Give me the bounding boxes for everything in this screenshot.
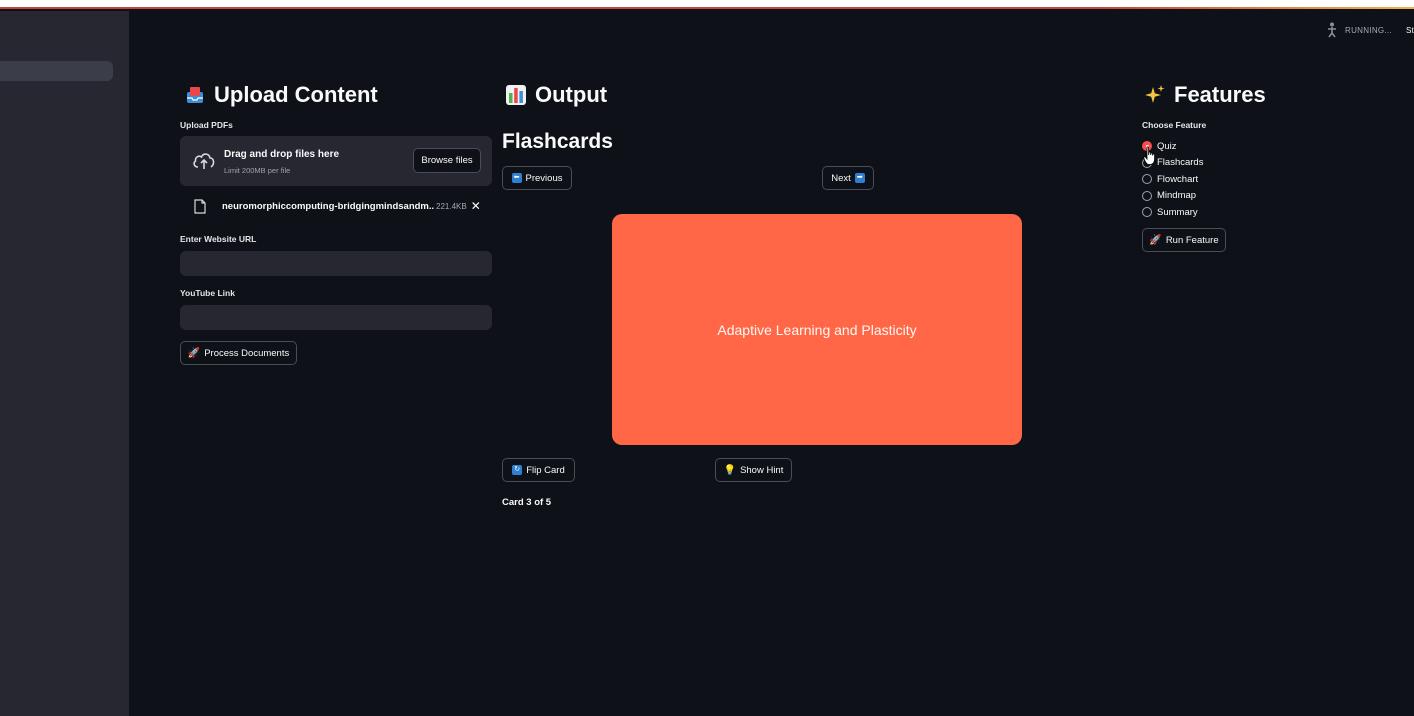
youtube-link-input[interactable] (180, 305, 492, 330)
sidebar (0, 11, 129, 716)
lightbulb-icon: 💡 (723, 464, 737, 476)
file-dropzone[interactable]: Drag and drop files here Limit 200MB per… (180, 136, 492, 186)
uploaded-file-name: neuromorphiccomputing-bridgingmindsandm.… (222, 200, 434, 212)
radio-unselected-icon (1142, 174, 1152, 185)
radio-option-label: Flowchart (1157, 173, 1199, 185)
sparkles-icon (1144, 84, 1166, 106)
browse-files-button[interactable]: Browse files (413, 148, 481, 173)
upload-pdfs-label: Upload PDFs (180, 120, 233, 130)
remove-file-icon[interactable]: ✕ (471, 199, 481, 213)
radio-option-label: Quiz (1157, 140, 1177, 152)
process-documents-button[interactable]: 🚀 Process Documents (180, 341, 297, 365)
radio-option-flowchart[interactable]: Flowchart (1142, 171, 1203, 188)
output-heading-text: Output (535, 82, 608, 107)
uploaded-file: neuromorphiccomputing-bridgingmindsandm.… (194, 198, 490, 214)
hand-pointer-icon (1143, 146, 1155, 165)
card-counter: Card 3 of 5 (502, 497, 552, 508)
upload-heading: Upload Content (184, 82, 378, 108)
top-decoration-gradient (1100, 7, 1414, 9)
dropzone-title: Drag and drop files here (224, 149, 340, 160)
flashcard[interactable]: Adaptive Learning and Plasticity (612, 214, 1022, 445)
radio-unselected-icon (1142, 207, 1152, 218)
website-url-input[interactable] (180, 251, 492, 276)
upload-heading-text: Upload Content (214, 82, 378, 107)
browser-top-strip (0, 0, 1414, 9)
inbox-tray-icon (184, 84, 206, 106)
flashcards-subheading: Flashcards (502, 130, 613, 153)
radio-unselected-icon (1142, 190, 1152, 201)
previous-button[interactable]: ⬅ Previous (502, 166, 572, 190)
show-hint-label: Show Hint (740, 464, 784, 476)
sidebar-placeholder-bar[interactable] (0, 61, 113, 81)
next-label: Next (831, 172, 851, 184)
features-heading: Features (1144, 82, 1266, 108)
cloud-upload-icon (193, 153, 215, 169)
stop-button[interactable]: Sto (1406, 26, 1414, 35)
run-feature-button[interactable]: 🚀 Run Feature (1142, 228, 1226, 252)
next-button[interactable]: Next ➡ (822, 166, 874, 190)
flip-card-label: Flip Card (526, 464, 565, 476)
flip-card-button[interactable]: ↻ Flip Card (502, 458, 575, 482)
youtube-link-label: YouTube Link (180, 288, 235, 298)
left-arrow-icon: ⬅ (511, 173, 522, 183)
bar-chart-icon (505, 84, 527, 106)
previous-label: Previous (525, 172, 563, 184)
choose-feature-label: Choose Feature (1142, 120, 1207, 130)
refresh-icon: ↻ (512, 465, 523, 475)
website-url-label: Enter Website URL (180, 234, 257, 244)
rocket-icon: 🚀 (1149, 234, 1162, 246)
uploaded-file-size: 221.4KB (436, 201, 467, 211)
radio-option-mindmap[interactable]: Mindmap (1142, 188, 1203, 205)
running-status-text: RUNNING... (1345, 25, 1392, 35)
rocket-icon: 🚀 (187, 347, 201, 359)
process-documents-label: Process Documents (204, 347, 290, 359)
app-status: RUNNING... Sto (1325, 22, 1414, 38)
right-arrow-icon: ➡ (854, 173, 865, 183)
output-heading: Output (505, 82, 607, 108)
radio-option-label: Flashcards (1157, 157, 1204, 169)
features-heading-text: Features (1174, 82, 1266, 107)
run-feature-label: Run Feature (1165, 234, 1219, 246)
running-person-icon (1328, 22, 1336, 38)
flashcard-text: Adaptive Learning and Plasticity (717, 321, 917, 338)
document-icon (194, 198, 206, 214)
radio-option-label: Mindmap (1157, 190, 1197, 202)
radio-option-summary[interactable]: Summary (1142, 204, 1203, 221)
radio-option-label: Summary (1157, 206, 1198, 218)
show-hint-button[interactable]: 💡 Show Hint (715, 458, 792, 482)
dropzone-limit: Limit 200MB per file (224, 166, 291, 175)
